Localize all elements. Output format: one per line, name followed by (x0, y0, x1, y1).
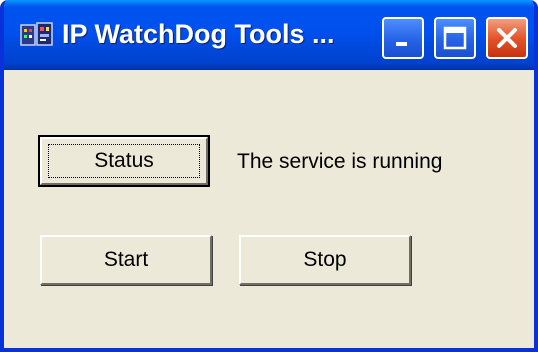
app-icon (20, 22, 53, 46)
start-button[interactable]: Start (40, 235, 212, 285)
status-button-label: Status (94, 149, 154, 172)
status-button[interactable]: Status (38, 135, 210, 187)
maximize-icon (443, 26, 467, 50)
close-button[interactable] (486, 17, 528, 59)
stop-button-label: Stop (303, 248, 347, 271)
app-window: IP WatchDog Tools ... Status The service… (0, 0, 538, 352)
minimize-icon (396, 42, 407, 46)
stop-button[interactable]: Stop (239, 235, 411, 285)
client-area: Status The service is running Start Stop (4, 70, 534, 348)
service-status-text: The service is running (237, 150, 443, 173)
close-icon (497, 28, 517, 48)
window-title: IP WatchDog Tools ... (62, 19, 335, 49)
minimize-button[interactable] (382, 17, 424, 59)
maximize-button[interactable] (434, 17, 476, 59)
title-bar[interactable]: IP WatchDog Tools ... (4, 0, 534, 70)
start-button-label: Start (103, 248, 149, 271)
